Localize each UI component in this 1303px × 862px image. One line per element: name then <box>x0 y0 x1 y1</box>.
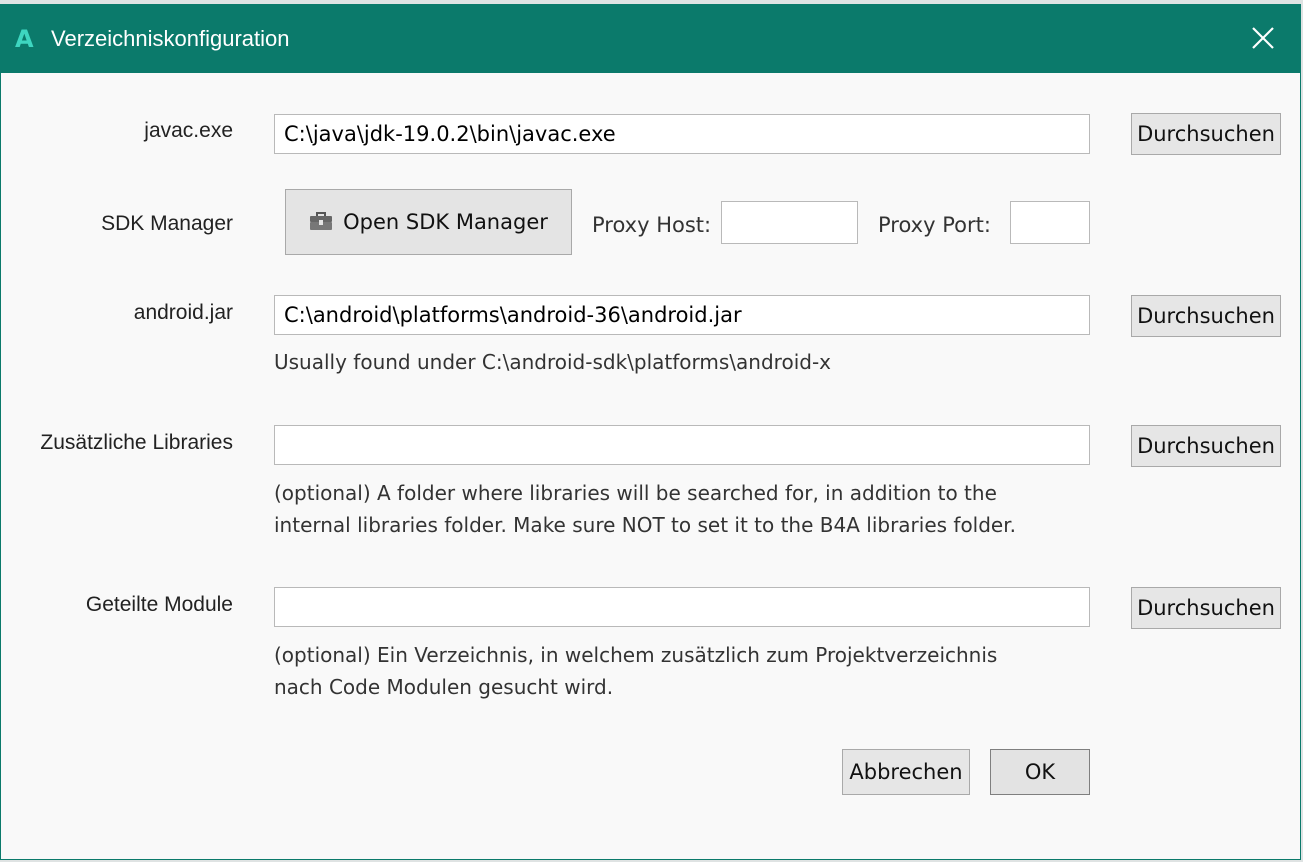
shared-modules-browse-button[interactable]: Durchsuchen <box>1131 587 1281 629</box>
open-sdk-manager-button[interactable]: Open SDK Manager <box>285 189 572 255</box>
sdk-manager-label: SDK Manager <box>101 212 233 235</box>
additional-libraries-hint-line1: (optional) A folder where libraries will… <box>274 481 997 505</box>
close-icon <box>1252 27 1274 49</box>
additional-libraries-label: Zusätzliche Libraries <box>40 431 233 454</box>
proxy-port-label: Proxy Port: <box>878 213 991 237</box>
additional-libraries-hint-line2: internal libraries folder. Make sure NOT… <box>274 513 1016 537</box>
shared-modules-input[interactable] <box>274 587 1090 627</box>
ok-button[interactable]: OK <box>990 749 1090 795</box>
shared-modules-hint-line2: nach Code Modulen gesucht wird. <box>274 675 614 699</box>
javac-label: javac.exe <box>144 119 233 142</box>
proxy-host-input[interactable] <box>721 201 858 244</box>
proxy-port-input[interactable] <box>1010 201 1090 244</box>
android-jar-browse-button[interactable]: Durchsuchen <box>1131 295 1281 337</box>
android-jar-path-input[interactable]: C:\android\platforms\android-36\android.… <box>274 295 1090 335</box>
additional-libraries-input[interactable] <box>274 425 1090 465</box>
javac-browse-button[interactable]: Durchsuchen <box>1131 113 1281 155</box>
cancel-button[interactable]: Abbrechen <box>842 749 970 795</box>
android-jar-label: android.jar <box>133 301 233 324</box>
dialog-title: Verzeichniskonfiguration <box>51 26 290 51</box>
close-button[interactable] <box>1246 21 1280 55</box>
title-bar: A Verzeichniskonfiguration <box>1 5 1300 73</box>
javac-path-input[interactable]: C:\java\jdk-19.0.2\bin\javac.exe <box>274 114 1090 154</box>
android-jar-hint: Usually found under C:\android-sdk\platf… <box>274 350 831 374</box>
app-logo-icon: A <box>15 25 34 53</box>
dialog-window: A Verzeichniskonfiguration javac.exe C:\… <box>0 4 1301 860</box>
shared-modules-hint-line1: (optional) Ein Verzeichnis, in welchem z… <box>274 643 998 667</box>
open-sdk-manager-label: Open SDK Manager <box>343 210 548 234</box>
toolbox-icon <box>310 212 333 230</box>
proxy-host-label: Proxy Host: <box>592 213 712 237</box>
additional-libraries-browse-button[interactable]: Durchsuchen <box>1131 425 1281 467</box>
shared-modules-label: Geteilte Module <box>85 593 233 616</box>
